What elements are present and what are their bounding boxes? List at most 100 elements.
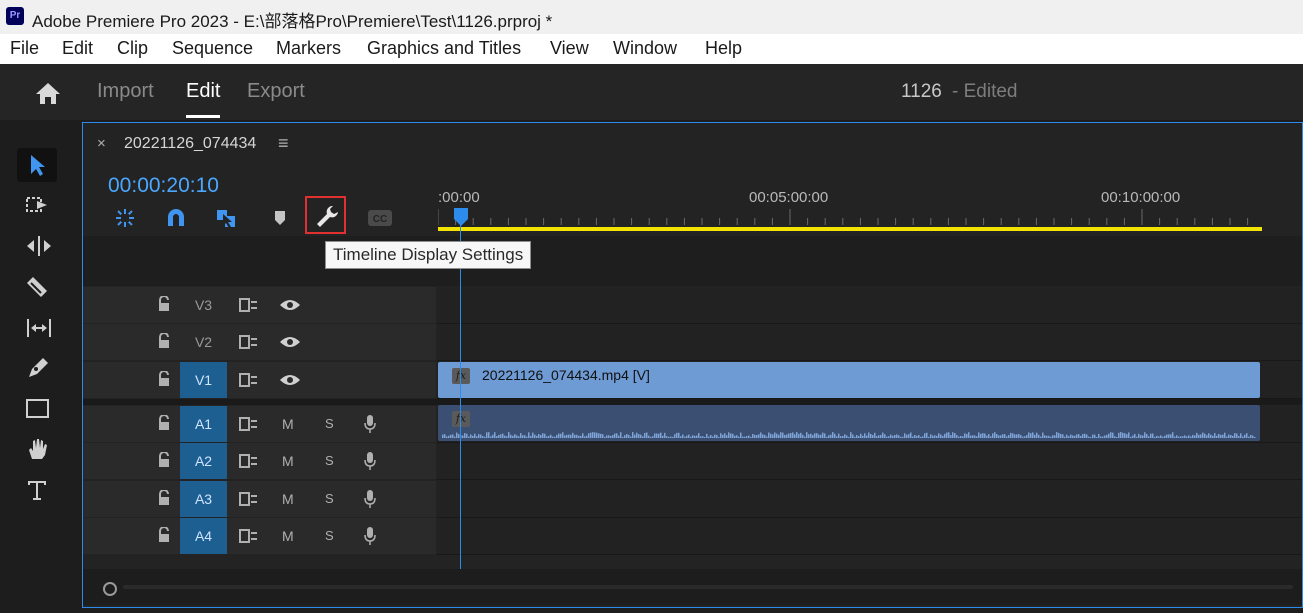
track-lane-v3[interactable]	[437, 287, 1302, 324]
track-header-a3: A3 M S	[83, 481, 436, 517]
fx-badge[interactable]: fx	[452, 368, 470, 384]
video-clip-name: 20221126_074434.mp4 [V]	[482, 367, 650, 383]
lock-icon[interactable]	[157, 371, 171, 387]
type-tool[interactable]	[17, 473, 57, 507]
add-marker-icon[interactable]	[269, 206, 293, 230]
sync-lock-icon[interactable]	[239, 335, 259, 349]
razor-tool[interactable]	[17, 270, 57, 304]
menu-window[interactable]: Window	[613, 38, 677, 59]
mute-button[interactable]: M	[282, 491, 294, 507]
solo-button[interactable]: S	[325, 528, 334, 543]
zoom-handle[interactable]	[103, 582, 117, 596]
audio-waveform	[442, 432, 1256, 438]
menu-help[interactable]: Help	[705, 38, 742, 59]
track-label-v2[interactable]: V2	[180, 324, 227, 360]
timeline-header-band	[83, 236, 1302, 286]
track-lane-a2[interactable]	[437, 443, 1302, 480]
track-label-a2[interactable]: A2	[180, 443, 227, 479]
snap-magnet-icon[interactable]	[164, 206, 188, 230]
microphone-icon[interactable]	[363, 489, 377, 509]
audio-clip[interactable]: fx	[438, 405, 1260, 441]
menu-file[interactable]: File	[10, 38, 39, 59]
menu-bar: File Edit Clip Sequence Markers Graphics…	[0, 34, 1303, 64]
video-clip[interactable]: fx 20221126_074434.mp4 [V]	[438, 362, 1260, 398]
microphone-icon[interactable]	[363, 526, 377, 546]
eye-icon[interactable]	[279, 298, 301, 312]
hand-tool[interactable]	[17, 432, 57, 466]
menu-sequence[interactable]: Sequence	[172, 38, 253, 59]
track-label-v1[interactable]: V1	[180, 362, 227, 398]
tools-panel	[0, 122, 80, 613]
tab-edit[interactable]: Edit	[186, 80, 220, 103]
menu-graphics-and-titles[interactable]: Graphics and Titles	[367, 38, 521, 59]
solo-button[interactable]: S	[325, 491, 334, 506]
menu-edit[interactable]: Edit	[62, 38, 93, 59]
time-ruler[interactable]	[438, 209, 1262, 225]
premiere-logo-icon: Pr	[6, 7, 24, 25]
lock-icon[interactable]	[157, 415, 171, 431]
rectangle-tool[interactable]	[17, 392, 57, 426]
close-panel-icon[interactable]: ×	[97, 135, 106, 152]
sync-lock-icon[interactable]	[239, 298, 259, 312]
sync-lock-icon[interactable]	[239, 529, 259, 543]
track-lane-a4[interactable]	[437, 518, 1302, 555]
sequence-tab-title[interactable]: 20221126_074434	[124, 135, 256, 153]
lock-icon[interactable]	[157, 296, 171, 312]
menu-markers[interactable]: Markers	[276, 38, 341, 59]
lock-icon[interactable]	[157, 452, 171, 468]
track-label-a1[interactable]: A1	[180, 406, 227, 442]
slip-tool[interactable]	[17, 311, 57, 345]
mute-button[interactable]: M	[282, 416, 294, 432]
track-header-a4: A4 M S	[83, 518, 436, 554]
title-bar: Pr Adobe Premiere Pro 2023 - E:\部落格Pro\P…	[0, 0, 1303, 34]
selection-tool[interactable]	[17, 148, 57, 182]
pen-tool[interactable]	[17, 351, 57, 385]
timeline-zoom-scrollbar[interactable]	[83, 569, 1302, 605]
sync-lock-icon[interactable]	[239, 492, 259, 506]
linked-selection-icon[interactable]	[214, 206, 238, 230]
microphone-icon[interactable]	[363, 451, 377, 471]
mix-track-header	[83, 561, 436, 569]
window-title: Adobe Premiere Pro 2023 - E:\部落格Pro\Prem…	[32, 12, 553, 31]
sync-lock-icon[interactable]	[239, 454, 259, 468]
lock-icon[interactable]	[157, 527, 171, 543]
tab-import[interactable]: Import	[97, 80, 154, 103]
tab-export[interactable]: Export	[247, 80, 305, 103]
track-lane-a3[interactable]	[437, 481, 1302, 518]
document-name: 1126	[901, 81, 942, 102]
lock-icon[interactable]	[157, 333, 171, 349]
playhead-handle[interactable]	[453, 207, 469, 227]
track-label-a3[interactable]: A3	[180, 481, 227, 517]
menu-clip[interactable]: Clip	[117, 38, 148, 59]
lock-icon[interactable]	[157, 490, 171, 506]
captions-label: CC	[373, 214, 387, 225]
track-header-v1: V1	[83, 362, 436, 398]
work-area-bar[interactable]	[438, 227, 1262, 231]
microphone-icon[interactable]	[363, 414, 377, 434]
eye-icon[interactable]	[279, 373, 301, 387]
solo-button[interactable]: S	[325, 453, 334, 468]
sync-lock-icon[interactable]	[239, 373, 259, 387]
timeline-panel: × 20221126_074434 ≡ 00:00:20:10 CC :00:0…	[82, 122, 1303, 608]
workspace-header: Import Edit Export 1126 - Edited	[0, 64, 1303, 120]
playhead-timecode[interactable]: 00:00:20:10	[108, 174, 219, 198]
solo-button[interactable]: S	[325, 416, 334, 431]
track-label-a4[interactable]: A4	[180, 518, 227, 554]
wrench-highlight-box	[305, 196, 346, 234]
mute-button[interactable]: M	[282, 453, 294, 469]
ripple-edit-tool[interactable]	[17, 229, 57, 263]
panel-menu-icon[interactable]: ≡	[278, 133, 289, 154]
nest-icon[interactable]	[113, 206, 137, 230]
track-select-tool[interactable]	[17, 188, 57, 222]
sync-lock-icon[interactable]	[239, 417, 259, 431]
eye-icon[interactable]	[279, 335, 301, 349]
track-label-v3[interactable]: V3	[180, 287, 227, 323]
active-tab-indicator	[186, 115, 220, 118]
ruler-label-start: :00:00	[438, 189, 480, 206]
mute-button[interactable]: M	[282, 528, 294, 544]
menu-view[interactable]: View	[550, 38, 589, 59]
home-icon[interactable]	[34, 81, 62, 110]
captions-icon[interactable]: CC	[367, 209, 392, 233]
scroll-track[interactable]	[123, 585, 1293, 589]
track-lane-v2[interactable]	[437, 324, 1302, 361]
